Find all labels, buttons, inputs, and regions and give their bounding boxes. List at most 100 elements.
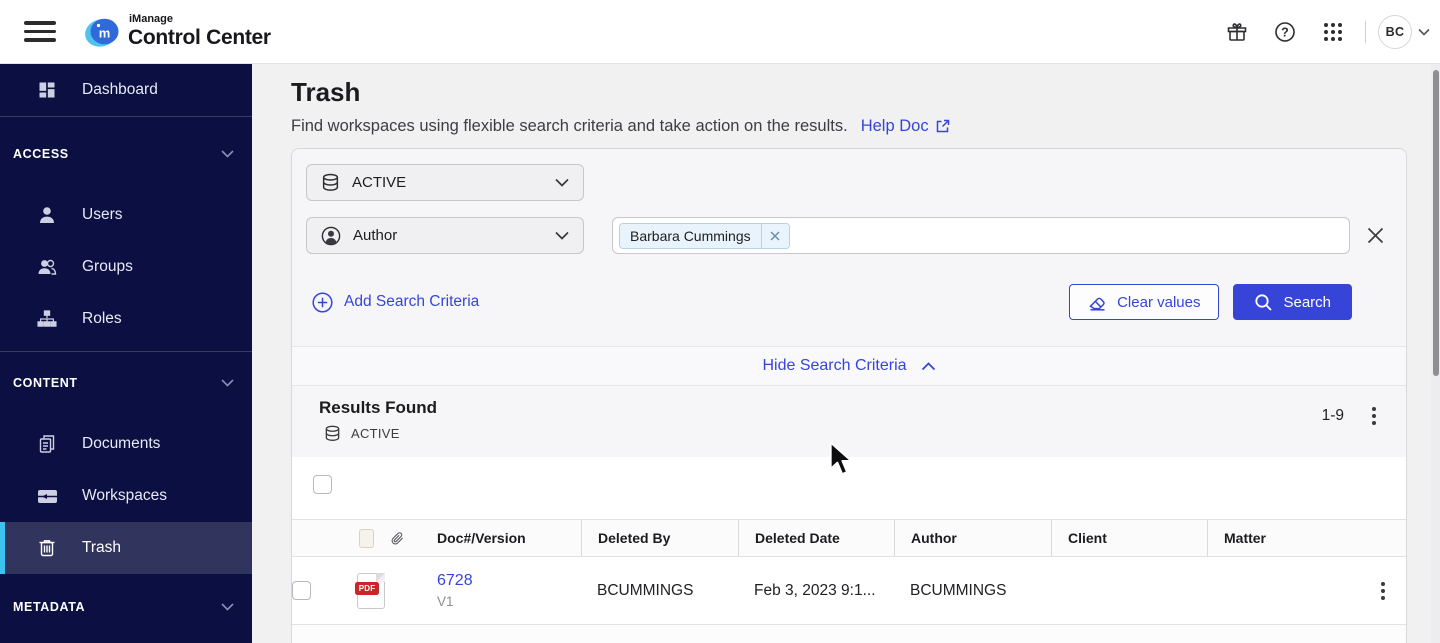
chevron-down-icon bbox=[221, 603, 234, 611]
sidebar: Dashboard ACCESS Users Groups Roles CONT… bbox=[0, 64, 252, 643]
th-filetype bbox=[349, 520, 391, 556]
chip-remove-icon[interactable] bbox=[760, 223, 789, 248]
search-button[interactable]: Search bbox=[1233, 284, 1352, 320]
main-content: Trash Find workspaces using flexible sea… bbox=[252, 64, 1440, 643]
th-deleted-by[interactable]: Deleted By bbox=[581, 520, 738, 556]
search-actions-row: Add Search Criteria Clear values Search bbox=[306, 284, 1392, 346]
help-icon[interactable]: ? bbox=[1267, 14, 1303, 50]
cell-deleted-date: Feb 3, 2023 9:1... bbox=[754, 581, 876, 599]
cell-deleted-by: BCUMMINGS bbox=[597, 581, 694, 599]
chip-label: Barbara Cummings bbox=[630, 227, 751, 244]
results-range: 1-9 bbox=[1321, 407, 1344, 424]
help-doc-link[interactable]: Help Doc bbox=[861, 115, 951, 137]
sidebar-item-documents[interactable]: Documents bbox=[0, 418, 252, 470]
clear-values-label: Clear values bbox=[1117, 293, 1201, 311]
scope-value: ACTIVE bbox=[352, 174, 407, 191]
vertical-scrollbar[interactable] bbox=[1431, 64, 1440, 643]
results-header: Results Found ACTIVE 1-9 bbox=[292, 386, 1406, 457]
th-author[interactable]: Author bbox=[894, 520, 1051, 556]
search-results-panel: ACTIVE Author Barbara Cummings Add Searc… bbox=[291, 148, 1407, 643]
section-label: ACCESS bbox=[13, 147, 69, 161]
profile-chevron-down-icon[interactable] bbox=[1418, 28, 1430, 36]
dashboard-icon bbox=[36, 79, 58, 101]
topbar-actions: ? BC bbox=[1207, 14, 1440, 50]
content-items: Documents Workspaces Trash bbox=[0, 418, 252, 574]
svg-text:m: m bbox=[99, 26, 111, 41]
chevron-down-icon bbox=[555, 231, 569, 240]
hide-criteria-band: Hide Search Criteria bbox=[292, 346, 1406, 386]
criteria-value-input[interactable]: Barbara Cummings bbox=[612, 217, 1350, 254]
sidebar-item-dashboard[interactable]: Dashboard bbox=[0, 64, 252, 116]
row-menu-kebab-icon[interactable] bbox=[1371, 578, 1395, 604]
section-label: METADATA bbox=[13, 600, 86, 614]
results-title: Results Found bbox=[319, 398, 438, 417]
field-dropdown[interactable]: Author bbox=[306, 217, 584, 254]
workspaces-icon bbox=[36, 485, 58, 507]
top-app-bar: m iManage Control Center ? BC bbox=[0, 0, 1440, 64]
row-checkbox[interactable] bbox=[292, 581, 311, 600]
author-icon bbox=[321, 226, 341, 245]
table-row[interactable]: PDF 6728 V1 BCUMMINGS Feb 3, 2023 9:1...… bbox=[292, 557, 1406, 625]
th-attachment bbox=[391, 520, 421, 556]
sidebar-item-workspaces[interactable]: Workspaces bbox=[0, 470, 252, 522]
sidebar-item-users[interactable]: Users bbox=[0, 189, 252, 241]
th-matter[interactable]: Matter bbox=[1207, 520, 1359, 556]
th-client[interactable]: Client bbox=[1051, 520, 1207, 556]
remove-criteria-row-icon[interactable] bbox=[1358, 219, 1392, 253]
paperclip-icon bbox=[391, 531, 403, 544]
sidebar-item-label: Groups bbox=[82, 258, 133, 275]
svg-text:?: ? bbox=[1281, 25, 1289, 39]
sidebar-item-trash[interactable]: Trash bbox=[0, 522, 252, 574]
doc-version: V1 bbox=[437, 594, 454, 609]
select-all-checkbox[interactable] bbox=[313, 475, 332, 494]
page-header: Trash Find workspaces using flexible sea… bbox=[252, 64, 1440, 137]
chevron-down-icon bbox=[221, 150, 234, 158]
pdf-file-icon: PDF bbox=[355, 572, 385, 609]
hide-criteria-label: Hide Search Criteria bbox=[762, 357, 907, 374]
results-table-header: Doc#/Version Deleted By Deleted Date Aut… bbox=[292, 519, 1406, 557]
results-menu-kebab-icon[interactable] bbox=[1362, 403, 1386, 429]
scrollbar-thumb[interactable] bbox=[1432, 70, 1439, 376]
scope-dropdown[interactable]: ACTIVE bbox=[306, 164, 584, 201]
sidebar-divider bbox=[0, 116, 252, 117]
sidebar-section-access[interactable]: ACCESS bbox=[0, 141, 252, 167]
roles-icon bbox=[36, 308, 58, 330]
imanage-logo-icon: m bbox=[85, 18, 119, 47]
chevron-down-icon bbox=[555, 178, 569, 187]
section-label: CONTENT bbox=[13, 376, 78, 390]
next-row-partial bbox=[292, 625, 1406, 643]
file-type-icon bbox=[359, 528, 374, 548]
th-deleted-date[interactable]: Deleted Date bbox=[738, 520, 894, 556]
search-icon bbox=[1255, 293, 1273, 311]
results-scope-label: ACTIVE bbox=[351, 426, 400, 441]
cell-author: BCUMMINGS bbox=[910, 581, 1007, 599]
sidebar-item-roles[interactable]: Roles bbox=[0, 293, 252, 345]
database-icon bbox=[322, 173, 339, 191]
topbar-divider bbox=[1365, 20, 1366, 43]
sidebar-section-content[interactable]: CONTENT bbox=[0, 370, 252, 396]
user-avatar[interactable]: BC bbox=[1378, 14, 1412, 49]
th-doc-version[interactable]: Doc#/Version bbox=[421, 520, 581, 556]
chevron-up-icon bbox=[921, 361, 935, 370]
sidebar-item-groups[interactable]: Groups bbox=[0, 241, 252, 293]
clear-values-button[interactable]: Clear values bbox=[1069, 284, 1220, 320]
documents-icon bbox=[36, 433, 58, 455]
app-launcher-icon[interactable] bbox=[1315, 14, 1351, 50]
th-actions bbox=[1359, 520, 1406, 556]
screen: m iManage Control Center ? BC Dashboard … bbox=[0, 0, 1440, 643]
page-title: Trash bbox=[291, 77, 361, 107]
hide-search-criteria-link[interactable]: Hide Search Criteria bbox=[762, 357, 935, 375]
plus-circle-icon bbox=[312, 291, 333, 313]
select-all-band bbox=[292, 457, 1406, 519]
sidebar-section-metadata[interactable]: METADATA bbox=[0, 594, 252, 620]
add-criteria-label: Add Search Criteria bbox=[344, 293, 480, 310]
doc-number-link[interactable]: 6728 bbox=[437, 572, 473, 589]
pdf-badge: PDF bbox=[355, 581, 379, 595]
whats-new-gift-icon[interactable] bbox=[1219, 14, 1255, 50]
brand-logo: m iManage Control Center bbox=[84, 14, 271, 49]
brand-name-small: iManage bbox=[129, 13, 174, 25]
sidebar-item-label: Trash bbox=[82, 539, 122, 556]
add-search-criteria-button[interactable]: Add Search Criteria bbox=[312, 291, 480, 313]
database-icon bbox=[325, 425, 340, 441]
hamburger-menu-icon[interactable] bbox=[24, 20, 56, 44]
